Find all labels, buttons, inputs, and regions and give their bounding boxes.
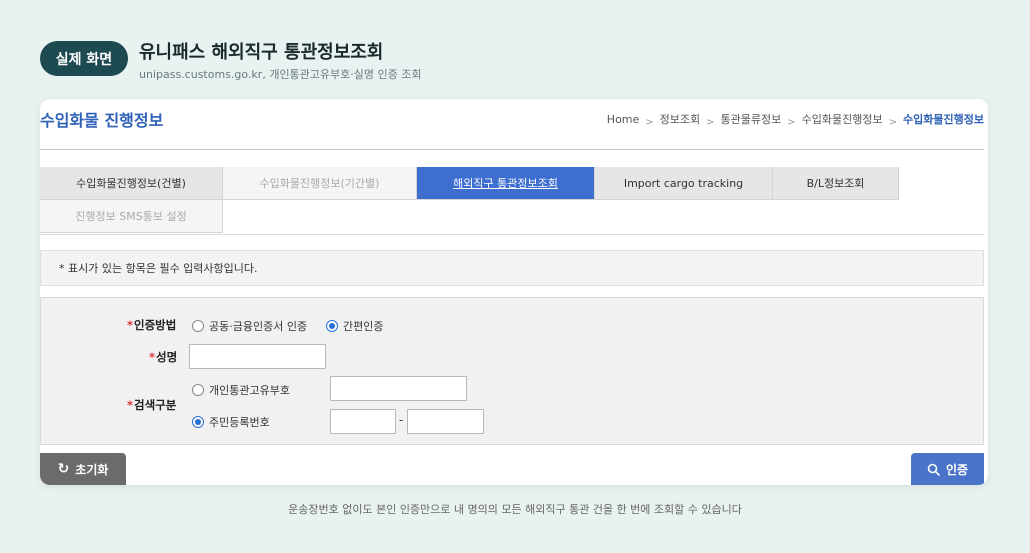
tab-sms-notify-settings[interactable]: 진행정보 SMS통보 설정 [40,200,223,233]
radio-label: 주민등록번호 [209,416,270,429]
rrn-dash: - [399,413,404,427]
screenshot-card: 수입화물 진행정보 Home > 정보조회 > 통관물류정보 > 수입화물진행정… [40,99,988,485]
search-type-label: *검색구분 [127,398,177,412]
required-mark: * [149,350,156,364]
rrn-front-input[interactable] [330,409,396,434]
top-badge: 실제 화면 [40,41,128,76]
breadcrumb-item[interactable]: 정보조회 [660,111,700,127]
name-input[interactable] [189,344,326,369]
radio-label: 간편인증 [343,320,384,333]
tab-divider [40,234,984,235]
tab-import-cargo-tracking[interactable]: Import cargo tracking [595,167,773,200]
name-label: *성명 [149,350,178,364]
auth-method-label: *인증방법 [127,318,177,332]
auth-button[interactable]: 인증 [911,453,984,485]
tab-import-cargo-period[interactable]: 수입화물진행정보(기간별) [223,167,417,200]
breadcrumb-item[interactable]: 통관물류정보 [721,111,782,127]
chevron-right-icon: > [706,116,715,128]
breadcrumb-item[interactable]: 수입화물진행정보 [802,111,883,127]
page-title: 수입화물 진행정보 [40,111,164,130]
top-subtitle: unipass.customs.go.kr, 개인통관고유부호·실명 인증 조회 [139,68,422,81]
chevron-right-icon: > [888,116,898,128]
auth-form: *인증방법 공동·금융인증서 인증 간편인증 *성명 *검색구분 개인통관고유부… [40,297,984,445]
radio-circle-icon [192,384,204,396]
chevron-right-icon: > [787,116,796,128]
top-title: 유니패스 해외직구 통관정보조회 [139,42,384,63]
chevron-right-icon: > [645,116,654,128]
pccc-input[interactable] [330,376,467,401]
required-mark: * [127,398,134,412]
radio-rrn[interactable]: 주민등록번호 [192,414,270,430]
breadcrumb-home[interactable]: Home [607,113,639,126]
required-mark: * [127,318,134,332]
breadcrumb-current: 수입화물진행정보 [903,113,984,126]
required-notice: * 표시가 있는 항목은 필수 입력사항입니다. [40,250,984,286]
radio-circle-icon [192,320,204,332]
radio-pccc[interactable]: 개인통관고유부호 [192,382,290,398]
caption: 운송장번호 없이도 본인 인증만으로 내 명의의 모든 해외직구 통관 건을 한… [288,503,742,516]
rrn-back-input[interactable] [407,409,484,434]
reset-button[interactable]: ↻ 초기화 [40,453,126,485]
reset-button-label: 초기화 [75,462,109,477]
radio-label: 개인통관고유부호 [209,384,290,397]
breadcrumb: Home > 정보조회 > 통관물류정보 > 수입화물진행정보 > 수입화물진행… [607,111,984,128]
tab-import-cargo-single[interactable]: 수입화물진행정보(건별) [40,167,223,200]
tab-bl-info[interactable]: B/L정보조회 [773,167,899,200]
radio-cert-auth[interactable]: 공동·금융인증서 인증 [192,318,307,334]
search-icon [927,463,940,476]
radio-circle-icon [326,320,338,332]
radio-simple-auth[interactable]: 간편인증 [326,318,383,334]
radio-label: 공동·금융인증서 인증 [209,320,308,333]
auth-button-label: 인증 [945,462,969,477]
radio-circle-icon [192,416,204,428]
title-divider [40,149,984,150]
tab-overseas-direct-customs[interactable]: 해외직구 통관정보조회 [417,167,595,200]
refresh-icon: ↻ [57,461,70,477]
